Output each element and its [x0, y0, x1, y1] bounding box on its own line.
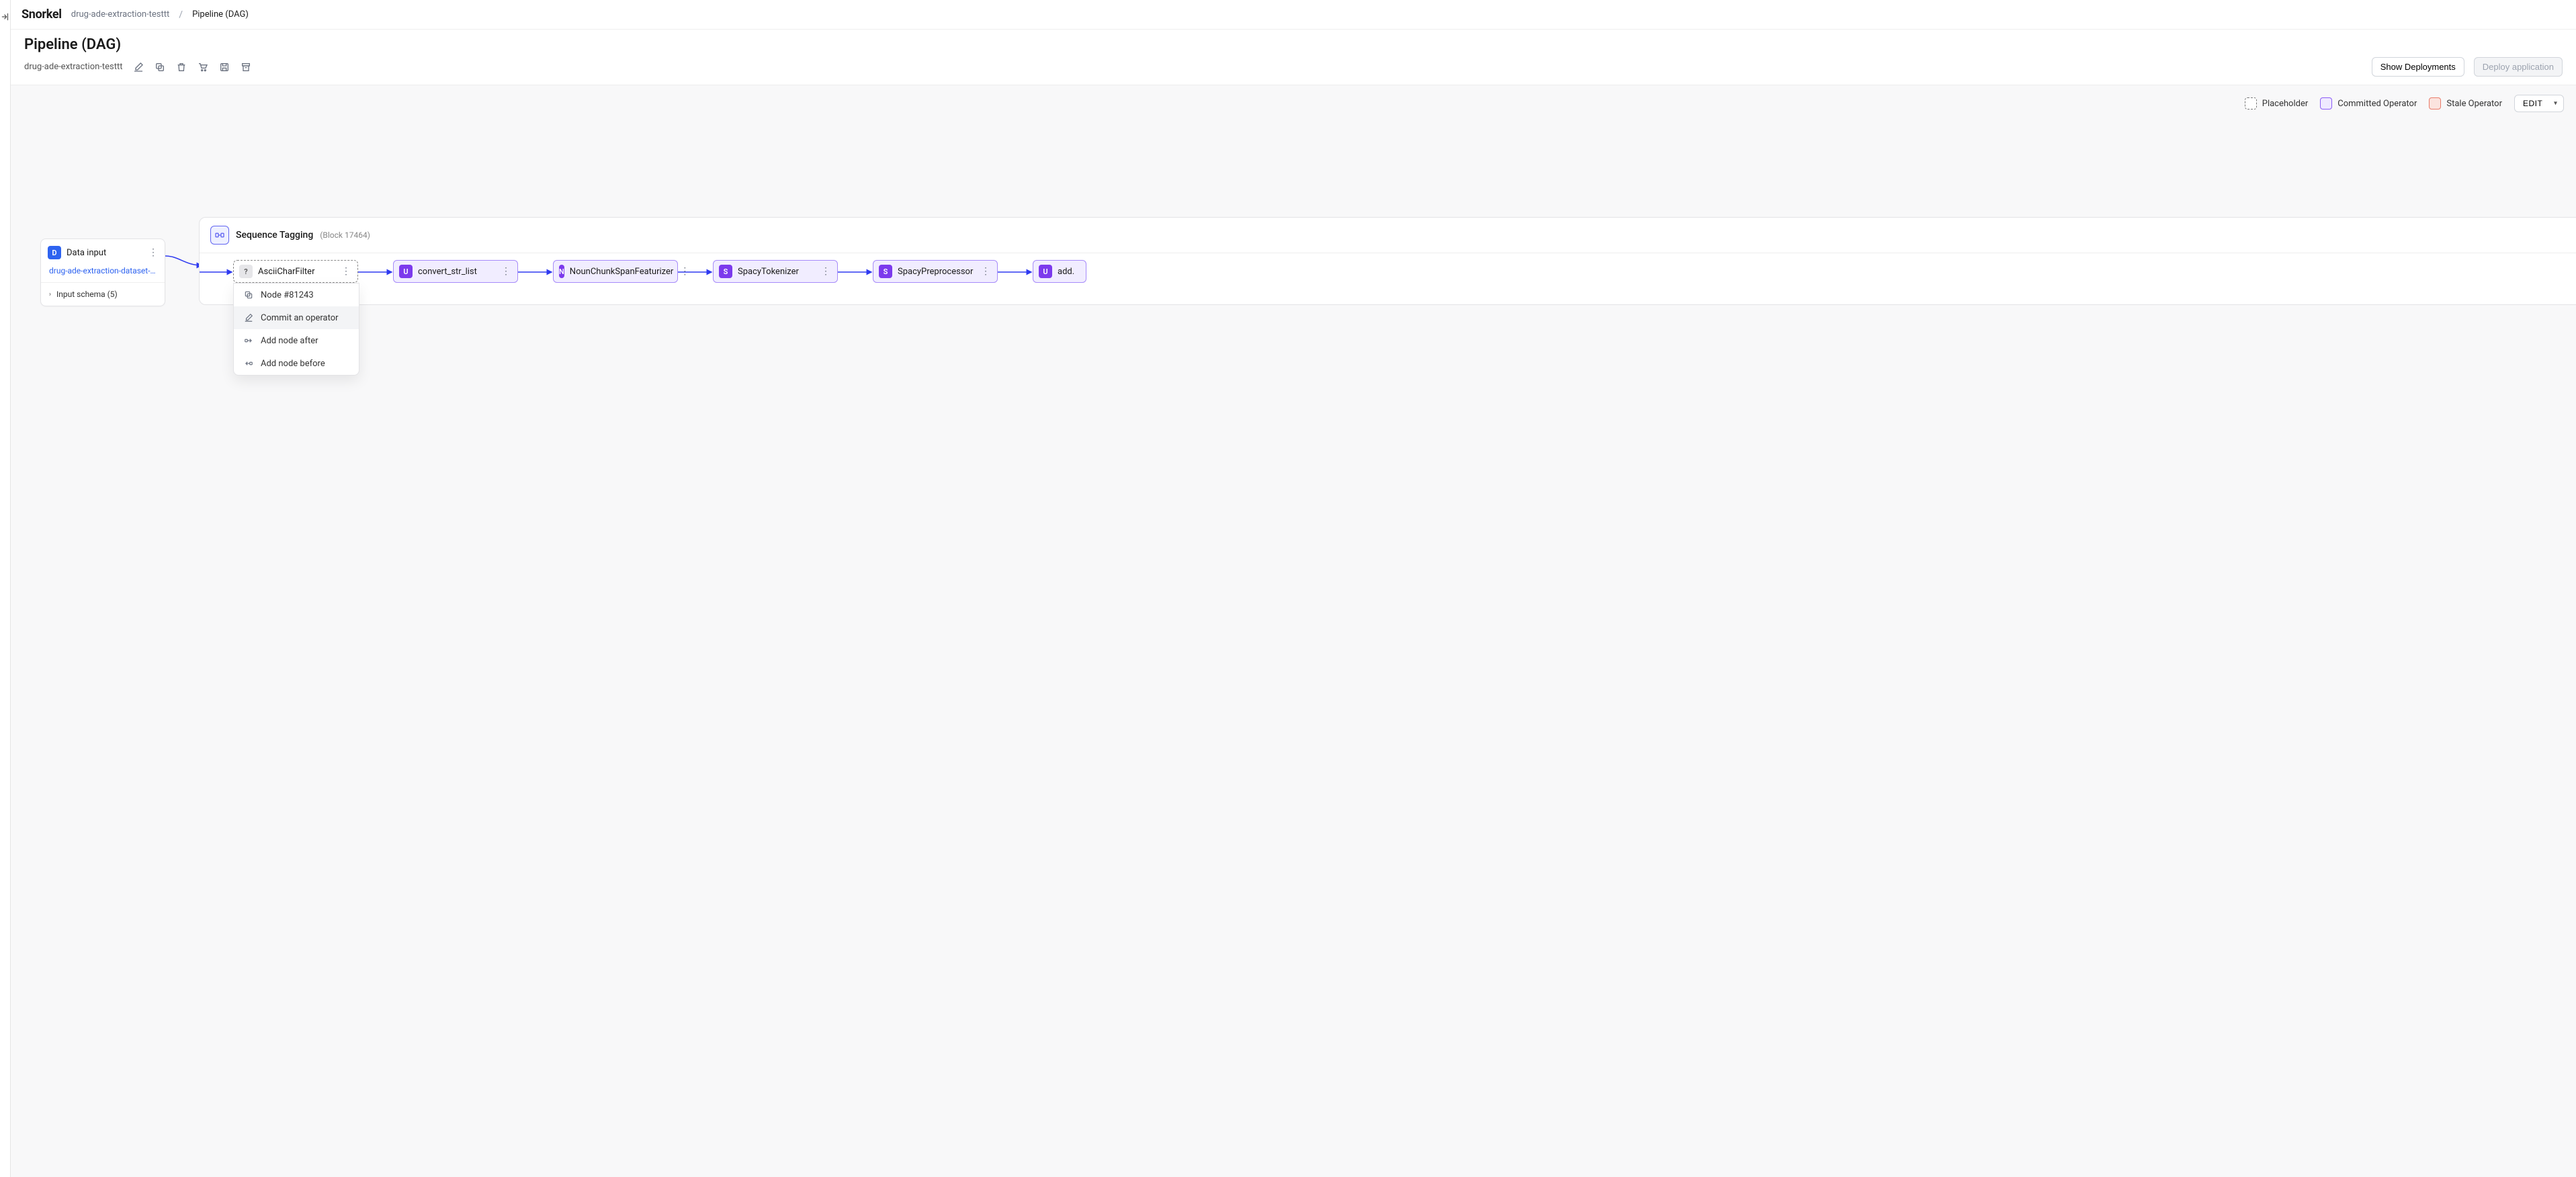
- edit-name-icon[interactable]: [132, 61, 144, 73]
- block-title: Sequence Tagging: [236, 230, 313, 241]
- page-title: Pipeline (DAG): [24, 36, 121, 53]
- cart-icon[interactable]: [197, 61, 209, 73]
- copy-icon: [243, 290, 254, 300]
- node-label: NounChunkSpanFeaturizer: [570, 267, 674, 277]
- node-menu-icon[interactable]: ⋮: [500, 266, 512, 277]
- node-label: convert_str_list: [418, 267, 495, 277]
- archive-icon[interactable]: [240, 61, 252, 73]
- input-schema-toggle[interactable]: › Input schema (5): [41, 282, 165, 306]
- ctx-commit-operator[interactable]: Commit an operator: [234, 306, 359, 329]
- node-menu-icon[interactable]: ⋮: [340, 266, 352, 277]
- pencil-icon: [243, 312, 254, 323]
- sequence-tagging-block: Sequence Tagging (Block 17464) ?: [199, 217, 2576, 305]
- main-area: Snorkel drug-ade-extraction-testtt / Pip…: [11, 0, 2576, 1177]
- data-input-badge: D: [48, 246, 61, 259]
- data-input-title: Data input: [67, 248, 143, 258]
- brand-logo: Snorkel: [22, 7, 62, 21]
- pipeline-name: drug-ade-extraction-testtt: [24, 62, 123, 72]
- breadcrumb-separator: /: [179, 9, 183, 20]
- expand-sidebar-icon: [1, 12, 10, 21]
- block-id: (Block 17464): [320, 230, 370, 240]
- node-context-menu: Node #81243 Commit an operator Add node …: [233, 283, 359, 376]
- node-convert-str-list[interactable]: U convert_str_list ⋮: [393, 260, 518, 283]
- node-badge: ?: [239, 265, 253, 278]
- node-badge: U: [399, 265, 413, 278]
- node-menu-icon[interactable]: ⋮: [679, 266, 691, 277]
- node-add-partial[interactable]: U add.: [1033, 260, 1086, 283]
- node-menu-icon[interactable]: ⋮: [980, 266, 992, 277]
- breadcrumb-bar: Snorkel drug-ade-extraction-testtt / Pip…: [11, 0, 2576, 30]
- node-badge: N: [559, 265, 564, 278]
- node-badge: S: [879, 265, 892, 278]
- ctx-add-node-after[interactable]: Add node after: [234, 329, 359, 352]
- block-type-icon: [210, 226, 229, 245]
- node-spacypreprocessor[interactable]: S SpacyPreprocessor ⋮: [873, 260, 998, 283]
- dataset-link[interactable]: drug-ade-extraction-dataset-07...: [41, 266, 165, 282]
- breadcrumb-current: Pipeline (DAG): [192, 9, 249, 19]
- node-label: add.: [1058, 267, 1080, 277]
- data-input-card[interactable]: D Data input ⋮ drug-ade-extraction-datas…: [40, 238, 165, 306]
- node-nounchunkspanfeaturizer[interactable]: N NounChunkSpanFeaturizer ⋮: [553, 260, 678, 283]
- node-label: SpacyTokenizer: [738, 267, 814, 277]
- copy-icon[interactable]: [154, 61, 166, 73]
- ctx-add-node-before[interactable]: Add node before: [234, 352, 359, 375]
- arrow-left-icon: [243, 358, 254, 369]
- ctx-node-id[interactable]: Node #81243: [234, 284, 359, 306]
- node-badge: U: [1039, 265, 1052, 278]
- nodes-row: ? AsciiCharFilter ⋮ U convert_str_list ⋮…: [200, 260, 2576, 294]
- data-input-menu-icon[interactable]: ⋮: [148, 247, 158, 258]
- node-asciicharfilter[interactable]: ? AsciiCharFilter ⋮: [233, 260, 358, 283]
- toolbar: drug-ade-extraction-testtt Show Deployme…: [11, 57, 2576, 85]
- deploy-application-button: Deploy application: [2474, 57, 2563, 77]
- node-label: AsciiCharFilter: [258, 267, 335, 277]
- title-bar: Pipeline (DAG): [11, 30, 2576, 57]
- node-label: SpacyPreprocessor: [898, 267, 974, 277]
- delete-icon[interactable]: [175, 61, 187, 73]
- dag-canvas[interactable]: Placeholder Committed Operator Stale Ope…: [11, 85, 2576, 1177]
- sidebar-collapse-handle[interactable]: [0, 0, 11, 1177]
- save-icon[interactable]: [218, 61, 230, 73]
- node-spacytokenizer[interactable]: S SpacyTokenizer ⋮: [713, 260, 838, 283]
- app-root: Snorkel drug-ade-extraction-testtt / Pip…: [0, 0, 2576, 1177]
- node-badge: S: [719, 265, 732, 278]
- breadcrumb-project[interactable]: drug-ade-extraction-testtt: [71, 9, 170, 19]
- show-deployments-button[interactable]: Show Deployments: [2372, 57, 2464, 77]
- chevron-right-icon: ›: [49, 291, 51, 298]
- node-menu-icon[interactable]: ⋮: [820, 266, 832, 277]
- arrow-right-icon: [243, 335, 254, 346]
